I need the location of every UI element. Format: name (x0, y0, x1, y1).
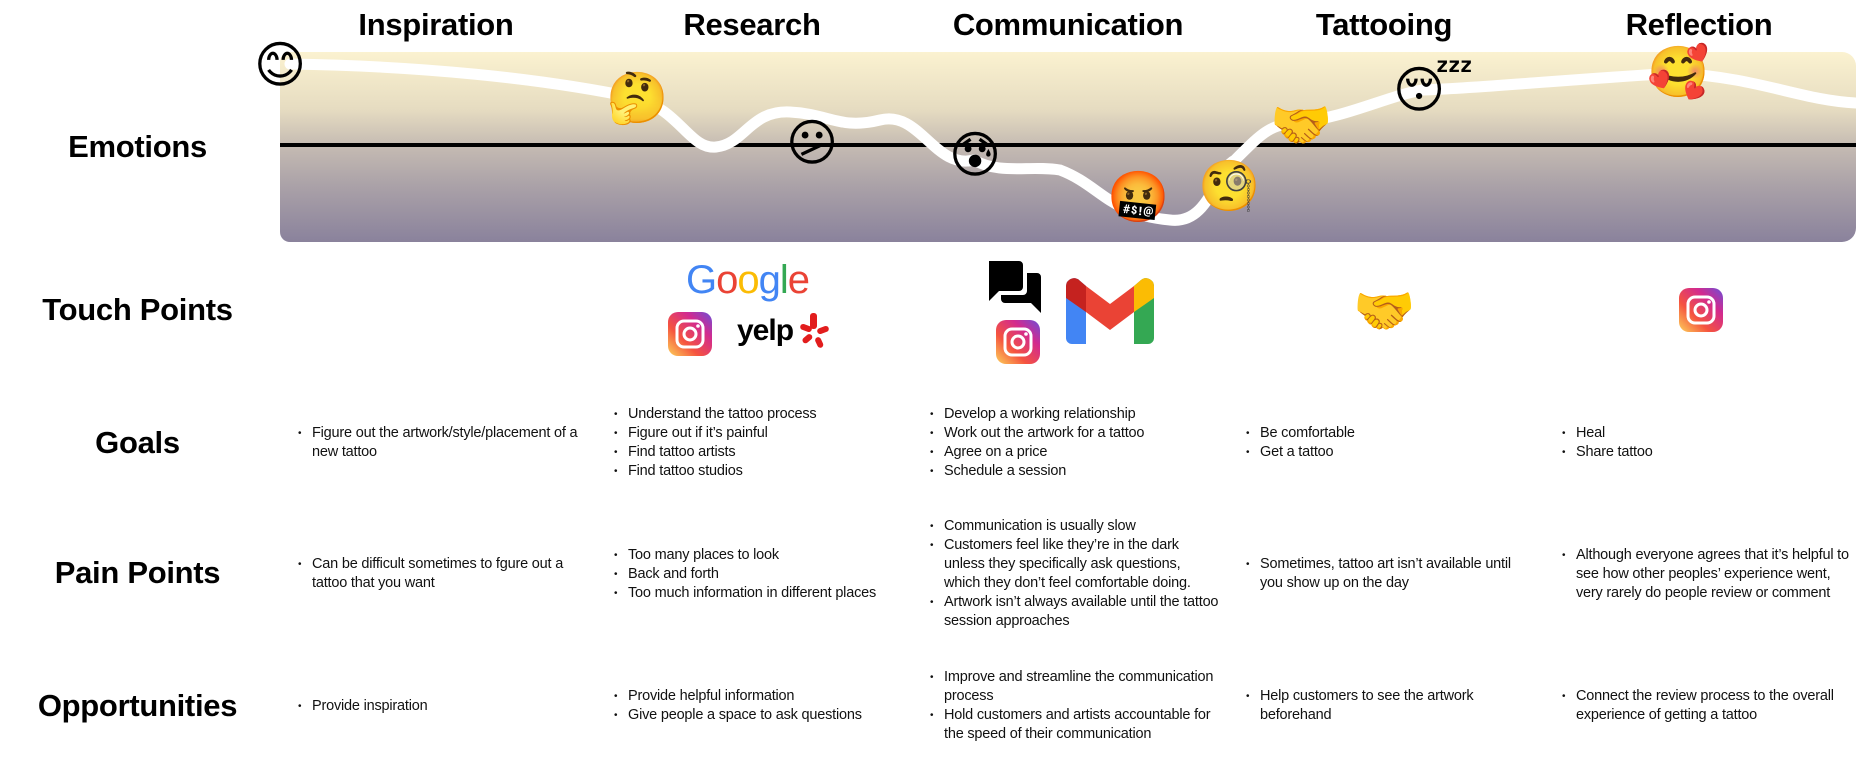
list-item: Agree on a price (930, 443, 1230, 462)
goals-reflection: Heal Share tattoo (1562, 424, 1852, 462)
list-item: Too much information in different places (614, 584, 914, 603)
list-item: Schedule a session (930, 462, 1230, 481)
opportunities-reflection: Connect the review process to the overal… (1562, 687, 1852, 725)
list-item: Find tattoo artists (614, 443, 914, 462)
list-item: Sometimes, tattoo art isn’t available un… (1246, 555, 1536, 593)
goals-tattooing: Be comfortable Get a tattoo (1246, 424, 1546, 462)
cursing-face-icon: 🤬 (1107, 168, 1170, 226)
list-item: Improve and streamline the communication… (930, 668, 1230, 706)
list-item: Artwork isn’t always available until the… (930, 593, 1220, 631)
pain-points-reflection: Although everyone agrees that it’s helpf… (1562, 546, 1856, 603)
list-item: Figure out the artwork/style/placement o… (298, 424, 598, 462)
chat-bubbles-icon (989, 261, 1041, 313)
list-item: Communication is usually slow (930, 517, 1220, 536)
smiling-face-with-hearts-icon: 🥰 (1647, 43, 1710, 101)
opportunities-research: Provide helpful information Give people … (614, 687, 914, 725)
stage-header-communication: Communication (952, 7, 1184, 42)
gmail-icon (1066, 278, 1154, 344)
google-logo: Google (686, 258, 810, 302)
row-label-emotions: Emotions (68, 129, 207, 164)
opportunities-tattooing: Help customers to see the artwork before… (1246, 687, 1506, 725)
instagram-icon (996, 320, 1040, 364)
goals-research: Understand the tattoo process Figure out… (614, 405, 914, 481)
list-item: Although everyone agrees that it’s helpf… (1562, 546, 1856, 603)
list-item: Figure out if it’s painful (614, 424, 914, 443)
row-label-touch-points: Touch Points (42, 292, 233, 327)
list-item: Provide helpful information (614, 687, 914, 706)
row-label-opportunities: Opportunities (37, 688, 238, 723)
list-item: Find tattoo studios (614, 462, 914, 481)
yelp-logo: yelp (737, 310, 831, 352)
list-item: Give people a space to ask questions (614, 706, 914, 725)
list-item: Share tattoo (1562, 443, 1852, 462)
list-item: Can be difficult sometimes to fgure out … (298, 555, 598, 593)
instagram-icon (1679, 288, 1723, 332)
smiling-face-icon: 😊 (253, 36, 307, 94)
pain-points-research: Too many places to look Back and forth T… (614, 546, 914, 603)
pain-points-inspiration: Can be difficult sometimes to fgure out … (298, 555, 598, 593)
handshake-icon: 🤝 (1353, 282, 1416, 340)
list-item: Be comfortable (1246, 424, 1546, 443)
row-label-pain-points: Pain Points (54, 555, 221, 590)
yelp-burst-icon (800, 313, 829, 348)
thinking-face-icon: 🤔 (606, 69, 669, 127)
stage-header-research: Research (683, 7, 821, 42)
pain-points-communication: Communication is usually slow Customers … (930, 517, 1220, 631)
confused-face-icon: 😕 (785, 114, 839, 172)
opportunities-communication: Improve and streamline the communication… (930, 668, 1230, 744)
pain-points-tattooing: Sometimes, tattoo art isn’t available un… (1246, 555, 1536, 593)
list-item: Connect the review process to the overal… (1562, 687, 1852, 725)
list-item: Heal (1562, 424, 1852, 443)
goals-inspiration: Figure out the artwork/style/placement o… (298, 424, 598, 462)
anxious-face-icon: 😰 (948, 126, 1002, 184)
stage-header-reflection: Reflection (1625, 7, 1773, 42)
stage-header-inspiration: Inspiration (358, 7, 514, 42)
list-item: Understand the tattoo process (614, 405, 914, 424)
sleeping-face-icon: 😴 (1393, 61, 1474, 119)
list-item: Back and forth (614, 565, 914, 584)
emotion-baseline (280, 143, 1856, 147)
list-item: Work out the artwork for a tattoo (930, 424, 1230, 443)
yelp-wordmark: yelp (737, 314, 794, 347)
row-label-goals: Goals (95, 425, 180, 460)
instagram-icon (668, 312, 712, 356)
opportunities-inspiration: Provide inspiration (298, 697, 598, 716)
list-item: Hold customers and artists accountable f… (930, 706, 1230, 744)
list-item: Customers feel like they’re in the dark … (930, 536, 1220, 593)
list-item: Provide inspiration (298, 697, 598, 716)
goals-communication: Develop a working relationship Work out … (930, 405, 1230, 481)
stage-header-tattooing: Tattooing (1315, 7, 1453, 42)
emotion-band (280, 52, 1856, 242)
list-item: Too many places to look (614, 546, 914, 565)
monocle-face-icon: 🧐 (1198, 157, 1261, 215)
list-item: Get a tattoo (1246, 443, 1546, 462)
handshake-icon: 🤝 (1270, 96, 1333, 154)
list-item: Help customers to see the artwork before… (1246, 687, 1506, 725)
list-item: Develop a working relationship (930, 405, 1230, 424)
